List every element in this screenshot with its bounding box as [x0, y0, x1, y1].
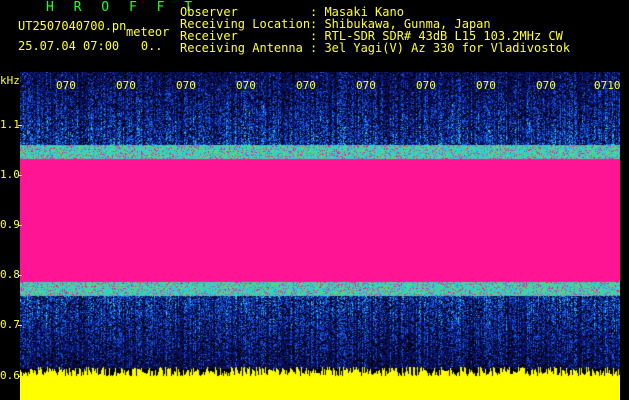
y-tick-mark	[18, 125, 22, 126]
y-tick-label: 1.0	[0, 168, 20, 181]
antenna-label: Receiving Antenna	[180, 41, 303, 55]
y-tick-label: 0.6	[0, 369, 20, 382]
waterfall-spectrogram	[20, 72, 620, 400]
x-tick-label: 070	[356, 79, 376, 92]
y-tick-label: 1.1	[0, 118, 20, 131]
y-tick-mark	[18, 376, 22, 377]
x-tick-label: 070	[536, 79, 556, 92]
x-tick-label: 0710	[594, 79, 621, 92]
antenna-value: : 3el Yagi(V) Az 330 for Vladivostok	[310, 41, 571, 55]
axis-unit: kHz	[0, 74, 20, 87]
y-tick-label: 0.9	[0, 218, 20, 231]
header: H R O F F T UT2507040700.pn meteor 25.07…	[0, 0, 629, 72]
y-tick-mark	[18, 225, 22, 226]
x-tick-label: 070	[116, 79, 136, 92]
x-tick-label: 070	[416, 79, 436, 92]
y-tick-mark	[18, 175, 22, 176]
date-time: 25.07.04 07:00 0..	[18, 39, 163, 53]
y-tick-label: 0.7	[0, 318, 20, 331]
x-tick-label: 070	[236, 79, 256, 92]
x-tick-label: 070	[56, 79, 76, 92]
x-tick-label: 070	[296, 79, 316, 92]
y-tick-label: 0.8	[0, 268, 20, 281]
x-tick-label: 070	[476, 79, 496, 92]
y-tick-mark	[18, 325, 22, 326]
file-name: UT2507040700.pn	[18, 19, 127, 33]
tag-label: meteor	[126, 25, 170, 39]
x-tick-label: 070	[176, 79, 196, 92]
y-tick-mark	[18, 275, 22, 276]
brand-title: H R O F F T	[46, 0, 199, 15]
